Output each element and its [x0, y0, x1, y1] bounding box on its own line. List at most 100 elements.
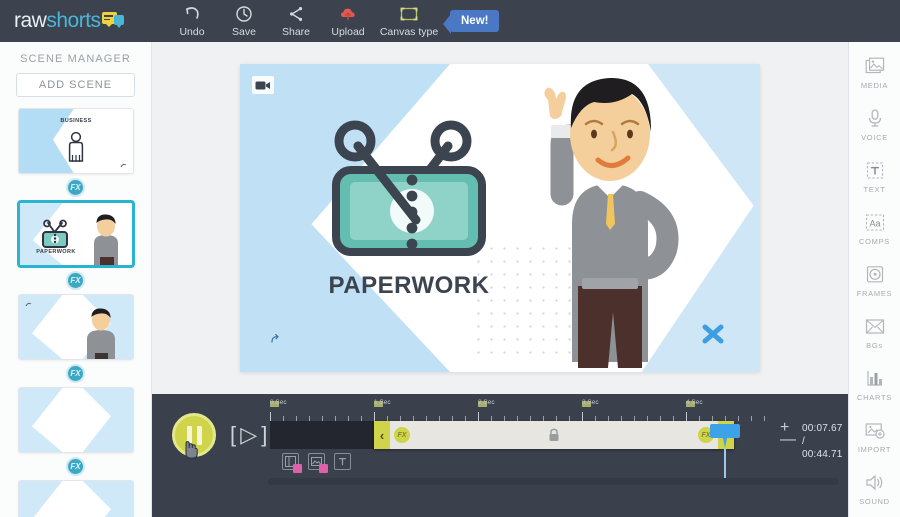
lock-icon[interactable] — [548, 428, 560, 447]
layer-scene-icon[interactable] — [282, 453, 302, 473]
layer-badge — [319, 464, 328, 473]
sidebar-label-import: IMPORT — [857, 444, 892, 454]
fx-button-wrap-2: FX — [18, 267, 133, 294]
fx-button-4[interactable]: FX — [66, 457, 85, 476]
top-toolbar: raw shorts Undo Save Share Upload Canvas… — [0, 0, 900, 42]
sidebar-label-comps: COMPS — [858, 236, 890, 246]
sidebar-item-import[interactable]: IMPORT — [849, 410, 900, 462]
timeline-panel: [ ▷ ] 0 Sec 1 Sec 2 Sec 3 Sec 4 Sec ‹ FX — [152, 394, 848, 517]
import-image-icon — [864, 419, 886, 442]
scene-caption-2: PAPERWORK — [36, 249, 76, 255]
scene-thumbnail-2[interactable]: PAPERWORK — [18, 201, 134, 267]
scene-figure-icon — [63, 131, 89, 173]
ruler-label-2: 2 Sec — [478, 399, 495, 406]
logo-text-shorts: shorts — [46, 9, 101, 32]
share-label: Share — [281, 26, 311, 38]
fx-button-wrap-3: FX — [18, 360, 133, 387]
total-time: 00:44.71 — [802, 449, 843, 460]
save-button[interactable]: Save — [218, 0, 270, 42]
scene-bg-shape — [19, 481, 63, 517]
svg-text:Aa: Aa — [869, 218, 880, 228]
ruler-tick — [686, 412, 687, 421]
sidebar-item-text[interactable]: TEXT — [849, 150, 900, 202]
upload-label: Upload — [331, 26, 365, 38]
sidebar-item-bgs[interactable]: BGs — [849, 306, 900, 358]
sidebar-label-bgs: BGs — [866, 340, 883, 350]
scene-canvas[interactable]: PAPERWORK — [240, 64, 760, 372]
playhead-neck — [723, 438, 727, 448]
timeline-zoom-out-button[interactable]: — — [780, 432, 796, 448]
track-empty-region — [270, 421, 374, 449]
frames-disc-icon — [865, 263, 885, 286]
scene-thumbnail-3[interactable] — [18, 294, 134, 360]
crop-frame-icon — [398, 4, 420, 24]
sidebar-item-frames[interactable]: FRAMES — [849, 254, 900, 306]
sidebar-item-comps[interactable]: Aa COMPS — [849, 202, 900, 254]
canvas-title-paperwork[interactable]: PAPERWORK — [284, 272, 534, 300]
speaker-icon — [864, 471, 886, 494]
layer-image-icon[interactable] — [308, 453, 328, 473]
new-badge[interactable]: New! — [442, 10, 500, 34]
timeline-clip[interactable]: ‹ FX FX › — [374, 421, 734, 449]
sidebar-label-sound: SOUND — [859, 496, 890, 506]
toolbar-actions: Undo Save Share Upload Canvas type New! — [166, 0, 500, 42]
scrollbar-thumb[interactable] — [268, 478, 838, 485]
layer-badge — [293, 464, 302, 473]
scene-corner-mark — [25, 302, 32, 307]
layer-text-icon[interactable] — [334, 453, 351, 470]
scene-list: BUSINESS FX PAPERWORK FX FX FX — [0, 108, 151, 517]
ruler-label-0: 0 Sec — [270, 399, 287, 406]
media-image-icon — [865, 55, 885, 78]
ruler-label-3: 3 Sec — [582, 399, 599, 406]
sidebar-item-voice[interactable]: VOICE — [849, 98, 900, 150]
undo-button[interactable]: Undo — [166, 0, 218, 42]
share-button[interactable]: Share — [270, 0, 322, 42]
current-time: 00:07.67 / — [802, 423, 843, 447]
canvas-type-button[interactable]: Canvas type — [374, 0, 444, 42]
scene-thumbnail-1[interactable]: BUSINESS — [18, 108, 134, 174]
ruler-label-4: 4 Sec — [686, 399, 703, 406]
app-logo[interactable]: raw shorts — [14, 9, 144, 33]
video-camera-icon[interactable] — [252, 76, 274, 94]
canvas-stage: PAPERWORK — [152, 42, 848, 394]
scene-character — [88, 213, 124, 265]
timeline-ruler[interactable]: 0 Sec 1 Sec 2 Sec 3 Sec 4 Sec — [270, 399, 770, 421]
paperwork-illustration — [332, 120, 486, 256]
scene-thumbnail-5[interactable] — [18, 480, 134, 517]
clip-fx-in-button[interactable]: FX — [394, 427, 410, 443]
add-scene-button[interactable]: ADD SCENE — [16, 73, 135, 97]
sidebar-label-text: TEXT — [863, 184, 886, 194]
play-pause-button[interactable] — [172, 413, 216, 457]
ruler-tick — [478, 412, 479, 421]
backgrounds-envelope-icon — [864, 315, 886, 338]
share-icon — [286, 4, 306, 24]
sidebar-item-charts[interactable]: CHARTS — [849, 358, 900, 410]
scene-bg-shape-right — [82, 388, 133, 452]
canvas-refresh-icon — [270, 332, 282, 350]
playhead[interactable] — [710, 424, 740, 478]
clip-trim-left-handle[interactable]: ‹ — [374, 421, 390, 449]
playhead-handle[interactable] — [710, 424, 740, 438]
tools-sidebar: MEDIA VOICE TEXT Aa COMPS FRAMES BGs CHA… — [848, 42, 900, 517]
fx-button-3[interactable]: FX — [66, 364, 85, 383]
scene-bg-shape-right — [82, 481, 133, 517]
timeline-track[interactable]: ‹ FX FX › — [270, 421, 770, 478]
fx-button-2[interactable]: FX — [66, 271, 85, 290]
ruler-tick — [374, 412, 375, 421]
timeline-horizontal-scrollbar[interactable] — [268, 478, 838, 485]
ruler-label-1: 1 Sec — [374, 399, 391, 406]
fx-button-1[interactable]: FX — [66, 178, 85, 197]
scene-thumbnail-4[interactable] — [18, 387, 134, 453]
pause-icon — [186, 425, 202, 445]
logo-text-raw: raw — [14, 9, 47, 32]
canvas-character[interactable] — [510, 72, 700, 370]
undo-icon — [182, 4, 202, 24]
scene-manager-title: SCENE MANAGER — [20, 53, 131, 65]
scene-corner-mark — [120, 163, 127, 168]
play-range-button[interactable]: [ ▷ ] — [230, 422, 267, 448]
fx-button-wrap-1: FX — [18, 174, 133, 201]
sidebar-item-media[interactable]: MEDIA — [849, 46, 900, 98]
sidebar-item-sound[interactable]: SOUND — [849, 462, 900, 514]
upload-button[interactable]: Upload — [322, 0, 374, 42]
timeline-zoom-controls: + — — [780, 420, 796, 448]
